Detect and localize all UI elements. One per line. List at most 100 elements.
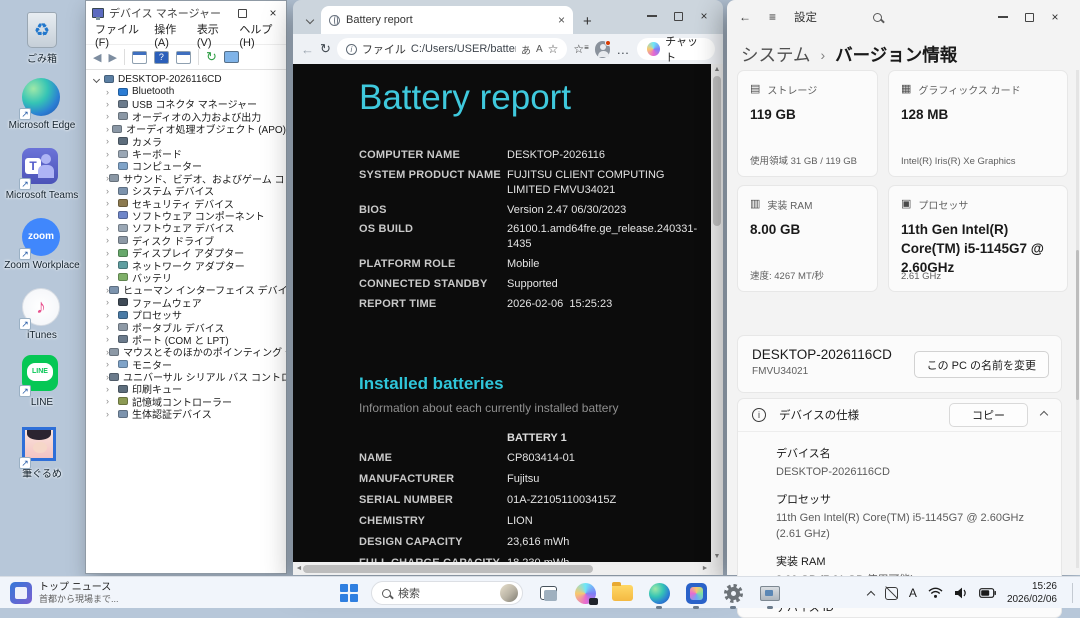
favorite-star-icon[interactable]: ☆ bbox=[548, 42, 559, 56]
collapse-icon[interactable] bbox=[93, 76, 100, 83]
spec-card[interactable]: ▣ プロセッサ 11th Gen Intel(R) Core(TM) i5-11… bbox=[888, 185, 1068, 292]
desktop-icon-teams[interactable]: T ↗ Microsoft Teams bbox=[2, 148, 82, 202]
expand-icon[interactable]: › bbox=[106, 260, 118, 270]
settings-scroll-thumb[interactable] bbox=[1076, 250, 1079, 400]
spec-card[interactable]: ▦ グラフィックス カード 128 MB Intel(R) Iris(R) Xe… bbox=[888, 70, 1068, 177]
file-explorer-button[interactable] bbox=[610, 581, 634, 605]
menu-item[interactable]: 操作(A) bbox=[154, 21, 183, 49]
properties-icon[interactable] bbox=[176, 51, 191, 64]
computer-icon[interactable] bbox=[224, 51, 239, 63]
back-icon[interactable]: ◀ bbox=[93, 51, 101, 64]
scroll-right-icon[interactable]: ► bbox=[699, 562, 711, 575]
help-icon[interactable]: ? bbox=[154, 51, 169, 64]
back-icon[interactable]: ← bbox=[739, 10, 751, 24]
copilot-chat-button[interactable]: チャット bbox=[637, 38, 715, 60]
start-button[interactable] bbox=[340, 584, 358, 602]
device-manager-taskbar-button[interactable] bbox=[758, 581, 782, 605]
file-info-icon[interactable]: i bbox=[346, 44, 357, 55]
translate-icon[interactable]: あ bbox=[521, 42, 531, 57]
close-button[interactable]: × bbox=[691, 2, 717, 30]
spec-card[interactable]: ▤ ストレージ 119 GB 使用領域 31 GB / 119 GB bbox=[737, 70, 878, 177]
expand-icon[interactable]: › bbox=[106, 87, 118, 97]
tree-item[interactable]: › 生体認証デバイス bbox=[86, 408, 286, 420]
expand-icon[interactable]: › bbox=[106, 384, 118, 394]
desktop-icon-line[interactable]: LINE ↗ LINE bbox=[2, 355, 82, 409]
tab-search-icon[interactable] bbox=[299, 6, 321, 34]
more-menu-icon[interactable]: … bbox=[616, 42, 629, 57]
maximize-button[interactable] bbox=[665, 2, 691, 30]
expand-icon[interactable]: › bbox=[106, 334, 118, 344]
scroll-up-icon[interactable]: ▲ bbox=[711, 64, 723, 75]
pen-disabled-icon[interactable] bbox=[885, 587, 898, 600]
profile-avatar[interactable] bbox=[595, 41, 611, 58]
expand-icon[interactable]: › bbox=[106, 186, 118, 196]
expand-icon[interactable]: › bbox=[106, 396, 118, 406]
hidden-icons-chevron[interactable] bbox=[867, 590, 875, 598]
address-bar[interactable]: i ファイル C:/Users/USER/battery... あ A ☆ bbox=[337, 38, 567, 60]
expand-icon[interactable]: › bbox=[106, 322, 118, 332]
expand-icon[interactable]: › bbox=[106, 223, 118, 233]
settings-scrollbar[interactable] bbox=[1076, 70, 1079, 568]
volume-icon[interactable] bbox=[954, 587, 968, 599]
breadcrumb-parent[interactable]: システム bbox=[741, 42, 810, 67]
read-aloud-icon[interactable]: A bbox=[536, 44, 543, 55]
spec-card[interactable]: ▥ 実装 RAM 8.00 GB 速度: 4267 MT/秒 bbox=[737, 185, 878, 292]
horizontal-scroll-thumb[interactable] bbox=[303, 565, 593, 573]
search-icon[interactable] bbox=[873, 13, 882, 22]
menu-item[interactable]: ファイル(F) bbox=[95, 21, 140, 49]
close-button[interactable]: × bbox=[1042, 0, 1068, 34]
tab-close-icon[interactable]: × bbox=[558, 13, 565, 27]
minimize-button[interactable] bbox=[990, 0, 1016, 34]
expand-icon[interactable]: › bbox=[106, 149, 118, 159]
browser-tab[interactable]: Battery report × bbox=[321, 6, 573, 34]
favorites-hub-icon[interactable]: ☆≡ bbox=[573, 42, 588, 56]
copy-button[interactable]: コピー bbox=[949, 403, 1028, 427]
copilot-button[interactable] bbox=[573, 581, 597, 605]
expand-icon[interactable]: › bbox=[106, 136, 118, 146]
scroll-down-icon[interactable]: ▼ bbox=[711, 551, 723, 562]
ime-mode-indicator[interactable]: A bbox=[909, 586, 917, 600]
desktop-icon-recycle-bin[interactable]: ♻ ごみ箱 bbox=[2, 10, 82, 66]
forward-icon[interactable]: ▶ bbox=[108, 51, 116, 64]
rename-pc-button[interactable]: この PC の名前を変更 bbox=[914, 351, 1049, 378]
expand-icon[interactable]: › bbox=[106, 297, 118, 307]
expand-icon[interactable]: › bbox=[106, 111, 118, 121]
expand-icon[interactable]: › bbox=[106, 235, 118, 245]
battery-icon[interactable] bbox=[979, 588, 996, 598]
expand-icon[interactable]: › bbox=[106, 210, 118, 220]
search-box[interactable]: 検索 bbox=[371, 581, 523, 605]
maximize-button[interactable] bbox=[1016, 0, 1042, 34]
tree-item[interactable]: › ネットワーク アダプター bbox=[86, 259, 286, 271]
expand-icon[interactable]: › bbox=[106, 198, 118, 208]
collapse-icon[interactable] bbox=[1040, 411, 1048, 419]
tree-root[interactable]: DESKTOP-2026116CD bbox=[86, 73, 286, 85]
edge-taskbar-button[interactable] bbox=[647, 581, 671, 605]
search-highlight-icon[interactable] bbox=[500, 584, 518, 602]
nav-menu-icon[interactable]: ≡ bbox=[769, 10, 776, 24]
expand-icon[interactable]: › bbox=[106, 272, 118, 282]
widgets-button[interactable]: トップ ニュース 首都から現場まで... bbox=[10, 577, 119, 609]
desktop-icon-itunes[interactable]: ♪ ↗ iTunes bbox=[2, 288, 82, 342]
expand-icon[interactable]: › bbox=[106, 161, 118, 171]
console-window-icon[interactable] bbox=[132, 51, 147, 64]
expand-icon[interactable]: › bbox=[106, 310, 118, 320]
clock[interactable]: 15:26 2026/02/06 bbox=[1007, 580, 1057, 606]
new-tab-button[interactable]: + bbox=[583, 13, 592, 30]
device-spec-header[interactable]: i デバイスの仕様 コピー bbox=[738, 399, 1061, 432]
tree-item[interactable]: › マウスとそのほかのポインティング デバイス bbox=[86, 346, 286, 358]
tree-item[interactable]: › カメラ bbox=[86, 135, 286, 147]
settings-taskbar-button[interactable] bbox=[721, 581, 745, 605]
menu-item[interactable]: ヘルプ(H) bbox=[239, 21, 277, 49]
desktop-icon-edge[interactable]: ↗ Microsoft Edge bbox=[2, 78, 82, 132]
tree-item[interactable]: › オーディオ処理オブジェクト (APO) bbox=[86, 123, 286, 135]
expand-icon[interactable]: › bbox=[106, 99, 118, 109]
tree-item[interactable]: › ファームウェア bbox=[86, 296, 286, 308]
vertical-scroll-thumb[interactable] bbox=[713, 76, 721, 226]
desktop-icon-fudegurume[interactable]: ↗ 筆ぐるめ bbox=[2, 424, 82, 481]
task-view-button[interactable] bbox=[536, 581, 560, 605]
scan-hardware-icon[interactable]: ↻ bbox=[206, 49, 217, 65]
menu-item[interactable]: 表示(V) bbox=[197, 21, 226, 49]
back-icon[interactable]: ← bbox=[301, 42, 314, 57]
tree-item[interactable]: › ユニバーサル シリアル バス コントローラー bbox=[86, 370, 286, 382]
expand-icon[interactable]: › bbox=[106, 409, 118, 419]
